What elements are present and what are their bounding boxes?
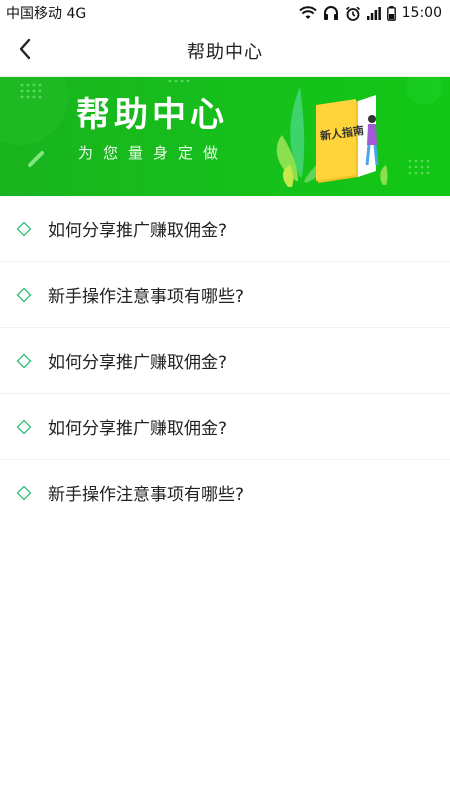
page-title: 帮助中心 — [187, 42, 263, 63]
faq-item[interactable]: 如何分享推广赚取佣金? — [0, 196, 450, 262]
help-banner: 帮助中心 为您量身定做 新人指南 — [0, 77, 450, 196]
banner-title: 帮助中心 — [76, 95, 228, 135]
carrier-label: 中国移动 4G — [6, 6, 87, 22]
diamond-icon — [0, 287, 48, 303]
chevron-left-icon — [18, 38, 32, 64]
status-bar: 中国移动 4G 15:00 — [0, 0, 450, 26]
faq-item[interactable]: 新手操作注意事项有哪些? — [0, 460, 450, 525]
headphones-icon — [323, 6, 339, 20]
alarm-icon — [345, 6, 361, 21]
faq-question: 新手操作注意事项有哪些? — [48, 485, 245, 505]
faq-list: 如何分享推广赚取佣金? 新手操作注意事项有哪些? 如何分享推广赚取佣金? 如何分… — [0, 196, 450, 525]
faq-question: 如何分享推广赚取佣金? — [48, 353, 228, 373]
diamond-icon — [0, 485, 48, 501]
signal-icon — [366, 6, 381, 20]
faq-item[interactable]: 如何分享推广赚取佣金? — [0, 328, 450, 394]
diamond-icon — [0, 353, 48, 369]
banner-subtitle: 为您量身定做 — [78, 144, 229, 162]
wifi-icon — [298, 6, 317, 20]
back-button[interactable] — [8, 34, 42, 68]
faq-item[interactable]: 如何分享推广赚取佣金? — [0, 394, 450, 460]
faq-question: 如何分享推广赚取佣金? — [48, 221, 228, 241]
clock-time: 15:00 — [401, 5, 442, 21]
nav-bar: 帮助中心 — [0, 26, 450, 77]
faq-item[interactable]: 新手操作注意事项有哪些? — [0, 262, 450, 328]
faq-question: 新手操作注意事项有哪些? — [48, 287, 245, 307]
diamond-icon — [0, 221, 48, 237]
status-icons: 15:00 — [298, 5, 450, 21]
faq-question: 如何分享推广赚取佣金? — [48, 419, 228, 439]
diamond-icon — [0, 419, 48, 435]
battery-icon — [386, 5, 396, 21]
